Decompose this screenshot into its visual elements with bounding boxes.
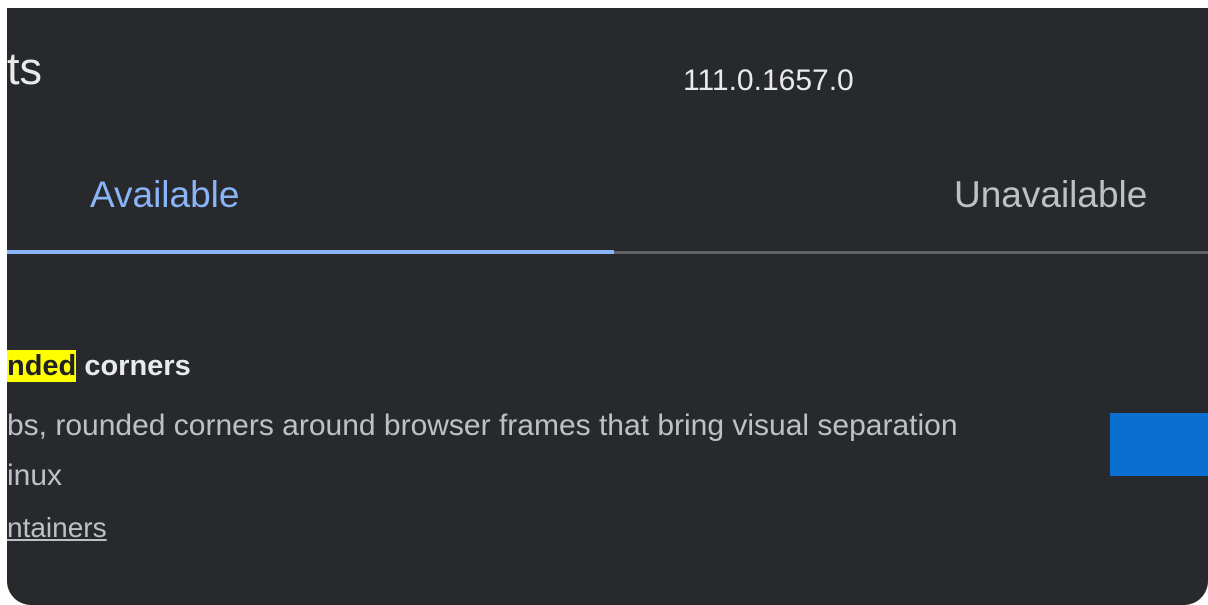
experiment-title-rest: corners <box>76 350 191 382</box>
experiment-platforms: inux <box>7 459 63 492</box>
tab-unavailable[interactable]: Unavailable <box>954 173 1147 217</box>
flags-page: ts 111.0.1657.0 Available Unavailable nd… <box>7 8 1208 605</box>
experiment-link[interactable]: ntainers <box>7 508 107 548</box>
tab-selected-indicator <box>7 250 614 254</box>
search-match-highlight: nded <box>7 350 77 382</box>
page-title: ts <box>7 43 43 94</box>
experiment-description: bs, rounded corners around browser frame… <box>7 409 958 442</box>
tab-available[interactable]: Available <box>90 173 239 217</box>
experiment-state-select[interactable] <box>1110 413 1208 476</box>
version-label: 111.0.1657.0 <box>683 64 854 97</box>
experiment-title: nded corners <box>7 348 191 384</box>
